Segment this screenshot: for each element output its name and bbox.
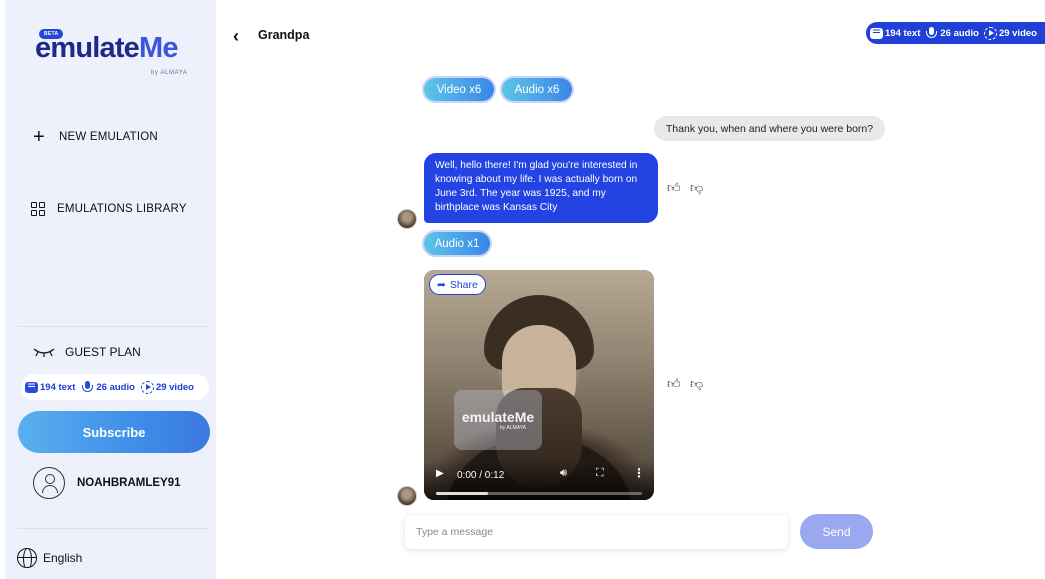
video-watermark: emulateMe by ALMAYA (454, 390, 542, 450)
microphone-icon (925, 26, 938, 40)
bot-avatar (397, 486, 417, 506)
bot-message: Well, hello there! I'm glad you're inter… (424, 153, 658, 223)
sidebar-quota: 194 text 26 audio 29 video (21, 374, 209, 400)
sidebar-divider (17, 326, 209, 327)
globe-icon (17, 548, 37, 568)
logo: emulateMe BETA by ALMAYA (33, 28, 203, 76)
subscribe-button[interactable]: Subscribe (18, 411, 210, 453)
quota-text: 194 text (25, 381, 75, 393)
emulations-library-label: EMULATIONS LIBRARY (57, 203, 187, 215)
emulations-library-button[interactable]: EMULATIONS LIBRARY (31, 202, 187, 216)
share-button[interactable]: ➦ Share (429, 274, 486, 295)
send-button[interactable]: Send (800, 514, 873, 549)
quota-video: 29 video (140, 380, 194, 394)
quota-audio: 26 audio (925, 26, 979, 40)
microphone-icon (81, 380, 94, 394)
message-input[interactable] (405, 515, 788, 549)
beta-badge: BETA (39, 29, 64, 39)
video-progress-fill (436, 492, 488, 495)
chat-icon (870, 27, 883, 39)
thumbs-down-icon[interactable]: 👎︎ (690, 180, 703, 196)
video-time: 0:00 / 0:12 (457, 470, 505, 481)
fullscreen-icon[interactable]: ⛶ (596, 467, 604, 480)
grid-icon (31, 202, 45, 216)
app-root: emulateMe BETA by ALMAYA + NEW EMULATION… (0, 0, 1045, 579)
play-icon[interactable]: ▶ (436, 468, 444, 479)
video-controls: ▶ 0:00 / 0:12 🔊︎ ⛶ ⋮ (424, 460, 654, 500)
bot-avatar (397, 209, 417, 229)
sidebar: emulateMe BETA by ALMAYA + NEW EMULATION… (5, 0, 216, 579)
back-chevron-icon[interactable]: ‹ (233, 26, 239, 47)
user-avatar-icon (33, 467, 65, 499)
header-quota: 194 text 26 audio 29 video (866, 22, 1045, 44)
thumbs-down-icon[interactable]: 👎︎ (690, 376, 703, 392)
volume-icon[interactable]: 🔊︎ (560, 467, 567, 480)
share-arrow-icon: ➦ (437, 278, 446, 291)
thumbs-up-icon[interactable]: 👍︎ (667, 180, 681, 196)
thumbs-up-icon[interactable]: 👍︎ (667, 376, 681, 392)
audio-media-button[interactable]: Audio x6 (502, 78, 572, 101)
new-emulation-label: NEW EMULATION (59, 131, 158, 143)
chat-title: Grandpa (258, 28, 310, 42)
share-label: Share (449, 278, 478, 291)
quota-video: 29 video (983, 26, 1037, 40)
language-label: English (43, 551, 83, 565)
user-message: Thank you, when and where you were born? (654, 116, 885, 141)
sidebar-divider-bottom (17, 528, 209, 529)
closed-eye-icon (33, 348, 55, 357)
play-circle-icon (983, 26, 997, 40)
language-selector[interactable]: English (17, 548, 82, 568)
audio-x1-button[interactable]: Audio x1 (424, 232, 490, 255)
play-circle-icon (140, 380, 154, 394)
video-progress-bar[interactable] (436, 492, 642, 495)
video-media-button[interactable]: Video x6 (424, 78, 494, 101)
more-options-icon[interactable]: ⋮ (633, 466, 645, 480)
logo-byline: by ALMAYA (151, 70, 188, 76)
plus-icon: + (33, 126, 45, 148)
new-emulation-button[interactable]: + NEW EMULATION (31, 126, 158, 148)
guest-plan-label: GUEST PLAN (65, 345, 141, 359)
username: NOAHBRAMLEY91 (77, 477, 181, 489)
guest-plan: GUEST PLAN (33, 345, 141, 359)
quota-text: 194 text (870, 27, 920, 39)
quota-audio: 26 audio (81, 380, 135, 394)
user-profile[interactable]: NOAHBRAMLEY91 (33, 467, 181, 499)
chat-icon (25, 381, 38, 393)
video-player[interactable]: emulateMe by ALMAYA ➦ Share ▶ 0:00 / 0:1… (424, 270, 654, 500)
